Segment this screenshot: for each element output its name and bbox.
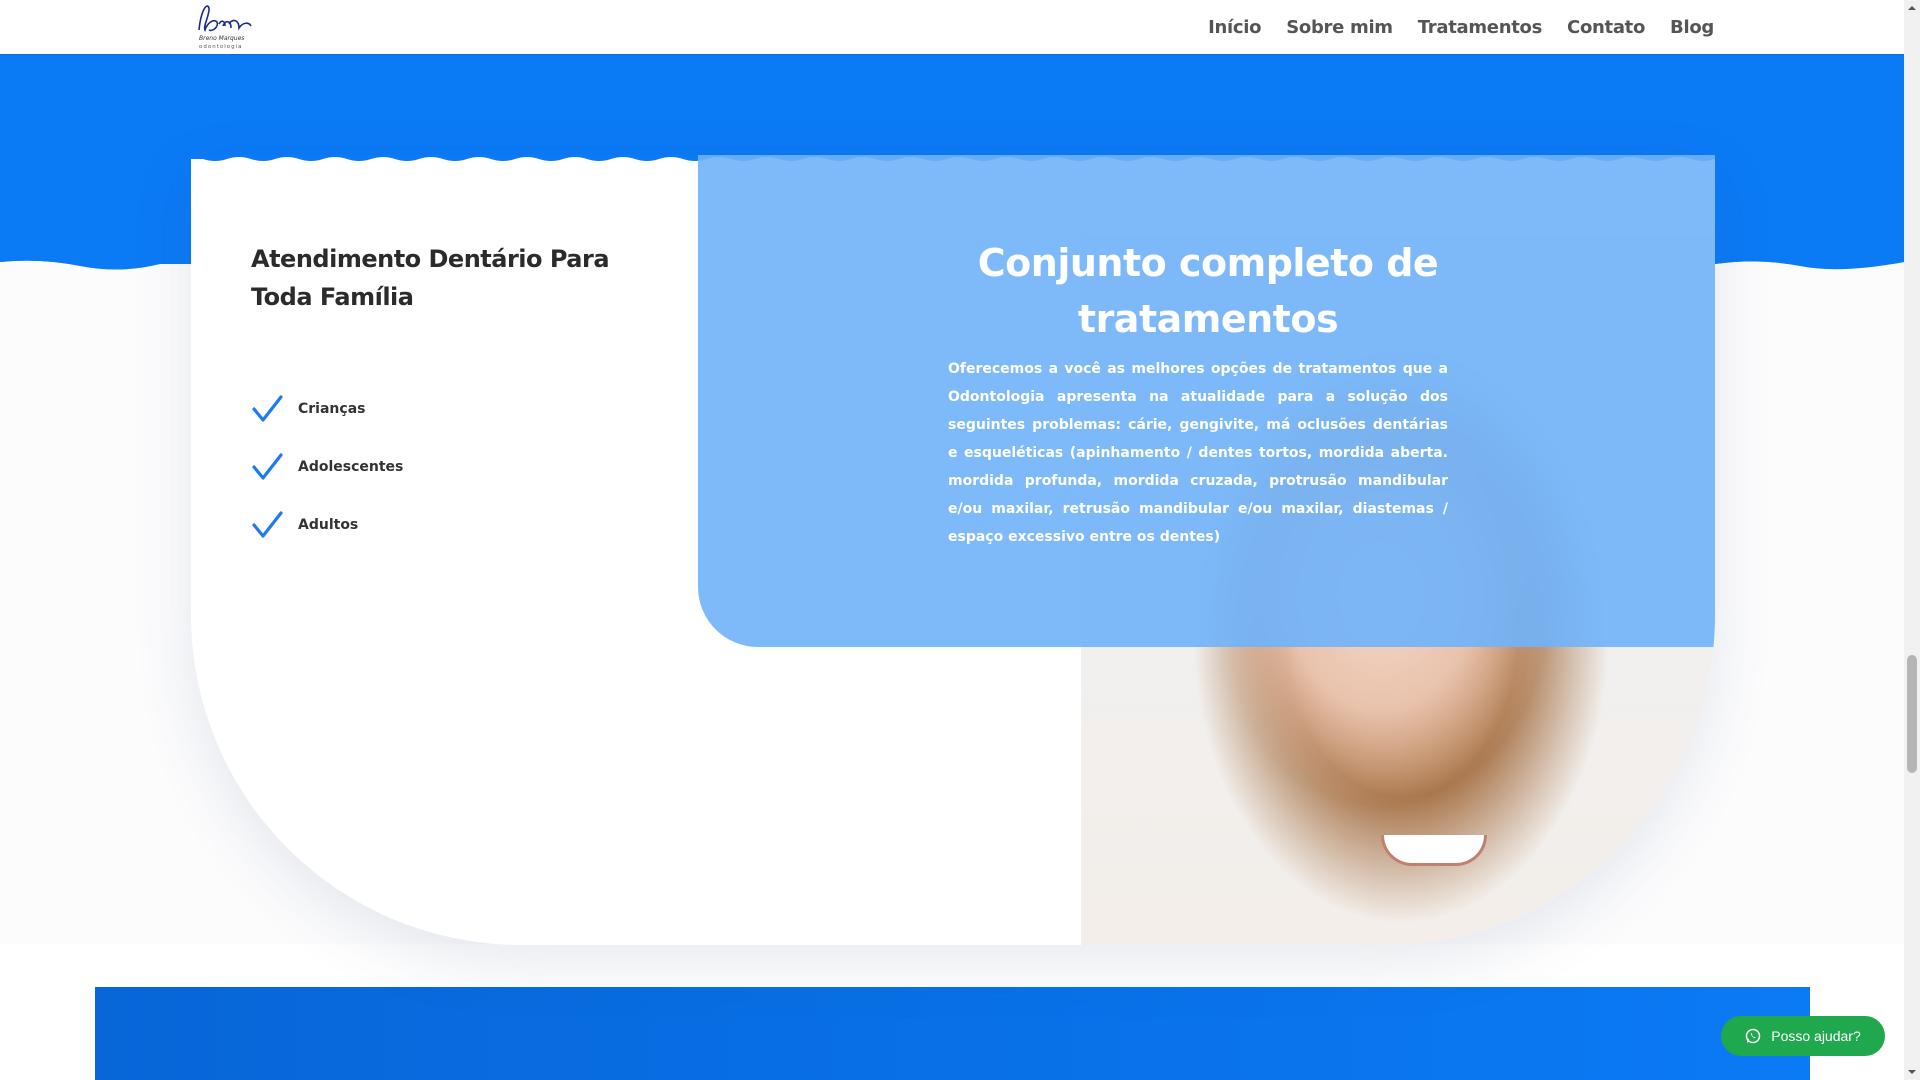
- check-icon: [252, 453, 283, 480]
- list-item: Adolescentes: [251, 438, 403, 496]
- smile-detail: [1381, 835, 1487, 866]
- treatments-card: Atendimento Dentário Para Toda Família C…: [191, 155, 1715, 945]
- page-scrollbar[interactable]: [1904, 0, 1920, 1080]
- overlay-title: Conjunto completo de tratamentos: [977, 241, 1439, 341]
- section-title: Atendimento Dentário Para Toda Família: [251, 245, 610, 311]
- scroll-down-arrow-icon[interactable]: [1904, 1064, 1920, 1080]
- list-item-label: Crianças: [298, 401, 366, 417]
- main-nav: Início Sobre mim Tratamentos Contato Blo…: [1183, 0, 1714, 54]
- list-item-label: Adolescentes: [298, 459, 404, 475]
- left-column: Atendimento Dentário Para Toda Família: [251, 240, 671, 316]
- overlay-description: Oferecemos a você as melhores opções de …: [948, 361, 1448, 545]
- check-icon: [252, 511, 283, 538]
- nav-inicio[interactable]: Início: [1208, 17, 1261, 38]
- list-item: Crianças: [251, 380, 403, 438]
- whatsapp-help-button[interactable]: Posso ajudar?: [1721, 1016, 1885, 1056]
- list-item: Adultos: [251, 496, 403, 554]
- nav-sobre-mim[interactable]: Sobre mim: [1286, 17, 1393, 38]
- scroll-up-arrow-icon[interactable]: [1904, 0, 1920, 16]
- whatsapp-label: Posso ajudar?: [1771, 1028, 1861, 1044]
- brand-logo[interactable]: Breno Marques odontologia: [193, 0, 255, 52]
- nav-blog[interactable]: Blog: [1670, 17, 1714, 38]
- site-header: Breno Marques odontologia Início Sobre m…: [0, 0, 1904, 54]
- audience-list: Crianças Adolescentes Adultos: [251, 380, 403, 554]
- nav-tratamentos[interactable]: Tratamentos: [1418, 17, 1543, 38]
- svg-text:Breno Marques: Breno Marques: [199, 35, 244, 42]
- whatsapp-icon: [1745, 1028, 1761, 1044]
- next-section-blue-band: [95, 987, 1810, 1080]
- check-icon: [252, 395, 283, 422]
- scrollbar-thumb[interactable]: [1907, 655, 1917, 773]
- svg-text:odontologia: odontologia: [199, 44, 243, 50]
- list-item-label: Adultos: [298, 517, 359, 533]
- nav-contato[interactable]: Contato: [1567, 17, 1645, 38]
- treatments-overlay-box: Conjunto completo de tratamentos Oferece…: [698, 155, 1715, 647]
